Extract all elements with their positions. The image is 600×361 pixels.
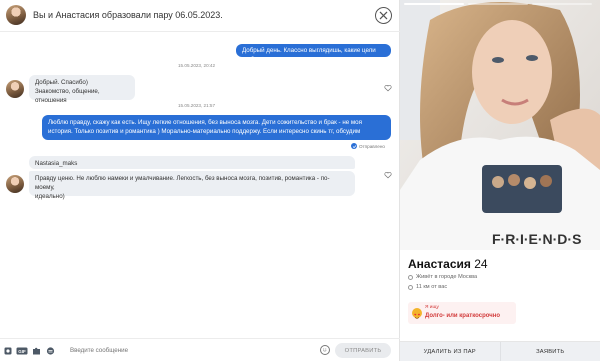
emoji-button[interactable] [320, 345, 330, 355]
heart-icon[interactable] [384, 171, 392, 179]
message-text: Правду ценю. Не люблю намеки и умалчиван… [35, 175, 330, 191]
profile-name: Анастасия 24 [408, 257, 488, 271]
heart-eyes-emoji-icon [412, 308, 422, 319]
chat-panel: Вы и Анастасия образовали пару 06.05.202… [0, 0, 400, 361]
message-list: Добрый день. Классно выглядишь, какие це… [0, 33, 400, 335]
profile-age: 24 [474, 257, 488, 271]
svg-text:GIF: GIF [18, 349, 26, 354]
photo-progress-active[interactable] [404, 3, 464, 5]
home-icon [408, 274, 413, 280]
close-icon [379, 11, 388, 20]
avatar[interactable] [6, 175, 24, 193]
message-incoming[interactable]: Nastasia_maks [29, 156, 355, 169]
message-incoming[interactable]: Добрый. Спасибо) Знакомство, общение, от… [29, 75, 135, 104]
message-text: Nastasia_maks [35, 160, 78, 167]
checkmark-icon [351, 143, 357, 149]
photo-progress[interactable] [532, 3, 592, 5]
sent-status-label: Отправлено [359, 143, 385, 149]
message-input-bar: GIF ОТПРАВИТЬ [0, 338, 400, 361]
puzzle-icon[interactable] [32, 347, 41, 355]
profile-actions: УДАЛИТЬ ИЗ ПАР ЗАЯВИТЬ [400, 341, 600, 361]
sent-status: Отправлено [351, 143, 385, 149]
location-pin-icon [408, 284, 413, 290]
profile-panel: F·R·I·E·N·D·S Анастасия 24 Живёт в город… [400, 0, 600, 361]
gif-icon[interactable]: GIF [16, 347, 28, 355]
message-text: Люблю правду, скажу как есть. Ищу легкие… [48, 119, 362, 126]
photo-progress[interactable] [468, 3, 528, 5]
message-text: Знакомство, общение, отношения [35, 88, 100, 104]
profile-name-text: Анастасия [408, 257, 471, 271]
message-text: идеально) [35, 193, 65, 200]
svg-text:F·R·I·E·N·D·S: F·R·I·E·N·D·S [492, 231, 581, 247]
message-timestamp: 15.05.2023, 21:57 [178, 103, 216, 108]
message-timestamp: 15.05.2023, 20:42 [178, 63, 216, 68]
sticker2-icon[interactable] [46, 347, 55, 355]
relationship-goal-card: Я ищу Долго- или краткосрочно [408, 302, 516, 324]
profile-photo[interactable]: F·R·I·E·N·D·S [400, 0, 600, 250]
avatar[interactable] [6, 5, 26, 25]
profile-photo-image: F·R·I·E·N·D·S [400, 0, 600, 250]
message-text: история. Только позитив и романтика ) Мо… [48, 128, 361, 135]
message-outgoing[interactable]: Люблю правду, скажу как есть. Ищу легкие… [42, 115, 391, 140]
sticker-icon[interactable] [4, 347, 12, 355]
relationship-goal-label: Я ищу [425, 305, 439, 310]
send-button[interactable]: ОТПРАВИТЬ [335, 343, 391, 358]
profile-distance: 11 км от вас [408, 284, 447, 290]
chat-header: Вы и Анастасия образовали пару 06.05.202… [0, 0, 400, 32]
message-incoming[interactable]: Правду ценю. Не люблю намеки и умалчиван… [29, 171, 355, 200]
unmatch-button[interactable]: УДАЛИТЬ ИЗ ПАР [400, 342, 500, 361]
message-outgoing[interactable]: Добрый день. Классно выглядишь, какие це… [236, 44, 391, 63]
message-text: Добрый день. Классно выглядишь, какие це… [242, 47, 376, 63]
message-text: Добрый. Спасибо) [35, 79, 88, 86]
profile-city: Живёт в городе Москва [408, 274, 477, 280]
message-input[interactable] [70, 343, 310, 358]
match-title: Вы и Анастасия образовали пару 06.05.202… [33, 10, 223, 20]
report-button[interactable]: ЗАЯВИТЬ [499, 342, 600, 361]
profile-city-text: Живёт в городе Москва [416, 274, 478, 280]
avatar[interactable] [6, 80, 24, 98]
relationship-goal-value: Долго- или краткосрочно [425, 313, 501, 319]
heart-icon[interactable] [384, 84, 392, 92]
close-button[interactable] [375, 7, 392, 24]
smiley-icon [323, 348, 327, 352]
profile-distance-text: 11 км от вас [416, 284, 448, 290]
